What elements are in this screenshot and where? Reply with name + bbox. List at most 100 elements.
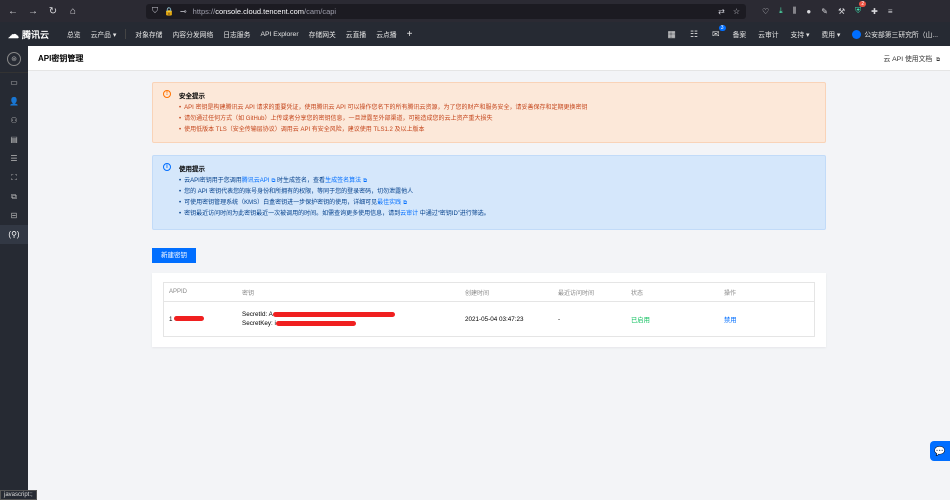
table-row: 1 SecretId: A SecretKey: i 2021-05-04 03… xyxy=(164,302,814,336)
nav-cos[interactable]: 对象存储 xyxy=(130,29,167,39)
lock-icon: 🔒 xyxy=(164,6,174,16)
avatar xyxy=(852,30,862,40)
sidebar-item-identity[interactable]: ⛶ xyxy=(0,168,28,187)
nav-filing[interactable]: 备案 xyxy=(727,29,753,39)
url-host: console.cloud.tencent.com xyxy=(215,6,304,16)
user-icon: 👤 xyxy=(9,97,19,106)
bookmark-star-icon[interactable]: ☆ xyxy=(733,7,740,16)
address-bar[interactable]: ⛉ 🔒 ⊸ https://console.cloud.tencent.com /… xyxy=(146,3,746,19)
secret-id-label: SecretId: A xyxy=(242,311,273,318)
usage-tip: 密钥最近访问时间为此密钥最近一次被调用的时间。如需查询更多使用信息，请到云审计 … xyxy=(179,209,815,220)
usage-tip: 云API密钥用于您调用腾讯云API⧉ 时生成签名，查看生成签名算法⧉ xyxy=(179,176,815,187)
column-header-created: 创建时间 xyxy=(465,290,490,297)
sidebar-item-sso[interactable]: ⧉ xyxy=(0,187,28,206)
wrench-icon[interactable]: ⚒ xyxy=(838,7,845,16)
nav-billing[interactable]: 费用 ▾ xyxy=(815,29,846,39)
nav-live[interactable]: 云直播 xyxy=(341,29,371,39)
cloudaudit-link[interactable]: 云审计 xyxy=(400,211,418,217)
external-link-icon: ⧉ xyxy=(363,178,368,184)
nav-vod[interactable]: 云点播 xyxy=(371,29,401,39)
tencent-cloud-logo[interactable]: ☁ 腾讯云 xyxy=(0,28,62,41)
nav-storage-gateway[interactable]: 存储网关 xyxy=(304,29,341,39)
group-icon: ⚇ xyxy=(10,116,18,125)
forward-icon[interactable]: → xyxy=(26,4,40,18)
add-shortcut-icon[interactable]: + xyxy=(402,29,418,40)
sidebar-item-settings[interactable]: ⊟ xyxy=(0,206,28,225)
redaction-mark xyxy=(275,320,356,326)
nav-api-explorer[interactable]: API Explorer xyxy=(255,31,303,38)
addon-icon[interactable]: ✚ xyxy=(871,7,878,16)
created-time-cell: 2021-05-04 03:47:23 xyxy=(465,315,524,323)
user-menu[interactable]: 公安部第三研究所（山... xyxy=(846,29,944,40)
column-header-action: 操作 xyxy=(724,290,737,297)
sidebar-product-icon[interactable]: ⊛ xyxy=(0,46,28,73)
logo-text: 腾讯云 xyxy=(22,29,50,40)
chat-icon: 💬 xyxy=(934,445,946,456)
key-table-card: APPID 密钥 创建时间 最近访问时间 状态 操作 1 SecretId: A… xyxy=(152,273,826,347)
key-cell: SecretId: A SecretKey: i xyxy=(242,310,465,328)
policy-icon: ▤ xyxy=(10,135,18,144)
download-icon[interactable]: ⤓ xyxy=(779,6,783,16)
sidebar-item-groups[interactable]: ⚇ xyxy=(0,111,28,130)
nav-products[interactable]: 云产品 ▾ xyxy=(86,29,122,39)
cam-logo-icon: ⊛ xyxy=(7,52,21,66)
menu-icon[interactable]: ≡ xyxy=(888,7,893,16)
column-header-last-access: 最近访问时间 xyxy=(558,290,595,297)
dashboard-icon: ▭ xyxy=(10,78,18,87)
translate-icon[interactable]: ⇄ xyxy=(718,7,725,16)
nav-support[interactable]: 支持 ▾ xyxy=(785,29,816,39)
sidebar-item-overview[interactable]: ▭ xyxy=(0,73,28,92)
disable-key-link[interactable]: 禁用 xyxy=(724,315,814,324)
nav-divider xyxy=(125,29,127,39)
message-icon[interactable]: ✉ 3 xyxy=(705,24,727,40)
sidebar-item-roles[interactable]: ☰ xyxy=(0,149,28,168)
api-doc-link-label: 云 API 使用文档 xyxy=(883,55,933,63)
user-name: 公安部第三研究所（山... xyxy=(864,31,938,39)
usage-tip-text: 时生成签名，查看 xyxy=(275,178,326,184)
pocket-icon[interactable]: ♡ xyxy=(762,7,769,16)
nav-cdn[interactable]: 内容分发网络 xyxy=(167,29,218,39)
nav-cls[interactable]: 日志服务 xyxy=(218,29,255,39)
signature-algorithm-link[interactable]: 生成签名算法 xyxy=(325,178,361,184)
usage-tip-text: 可使用密钥管理系统（KMS）白盒密钥进一步保护密钥的使用，详细可见 xyxy=(184,200,378,206)
create-key-button[interactable]: 新建密钥 xyxy=(152,248,196,263)
usage-tip: 您的 API 密钥代表您的账号身份和所拥有的权限，等同于您的登录密码，切勿泄露他… xyxy=(179,187,815,198)
security-tip: API 密钥是构建腾讯云 API 请求的重要凭证，使用腾讯云 API 可以操作您… xyxy=(179,103,815,114)
shield-icon: ⛉ xyxy=(152,6,158,15)
warning-icon: ! xyxy=(163,90,171,98)
chat-support-button[interactable]: 💬 xyxy=(930,441,950,461)
extension-icon[interactable]: ● xyxy=(806,7,811,16)
sidebar-item-policies[interactable]: ▤ xyxy=(0,130,28,149)
library-icon[interactable]: ⫼ xyxy=(793,6,797,16)
browser-toolbar: ← → ↻ ⌂ ⛉ 🔒 ⊸ https://console.cloud.tenc… xyxy=(0,0,950,22)
sidebar-item-api-keys[interactable]: (⚲) xyxy=(0,225,28,244)
grid-apps-icon[interactable]: ▦ xyxy=(660,29,683,40)
tencent-cloud-api-link[interactable]: 腾讯云API xyxy=(242,178,270,184)
key-table: APPID 密钥 创建时间 最近访问时间 状态 操作 1 SecretId: A… xyxy=(163,282,815,337)
usage-tip-text: 密钥最近访问时间为此密钥最近一次被调用的时间。如需查询更多使用信息，请到 xyxy=(184,211,401,217)
extension-shield-icon[interactable]: ⛨ 2 xyxy=(855,1,867,16)
usage-tip: 可使用密钥管理系统（KMS）白盒密钥进一步保护密钥的使用，详细可见最佳实践⧉ xyxy=(179,198,815,209)
identity-icon: ⛶ xyxy=(11,172,17,182)
nav-overview[interactable]: 总览 xyxy=(62,29,86,39)
best-practice-link[interactable]: 最佳实践 xyxy=(377,200,401,206)
api-doc-link[interactable]: 云 API 使用文档 ⧉ xyxy=(883,53,940,64)
column-header-appid: APPID xyxy=(169,289,188,295)
nav-cloudaudit[interactable]: 云审计 xyxy=(752,29,784,39)
reload-icon[interactable]: ↻ xyxy=(46,4,60,18)
home-icon[interactable]: ⌂ xyxy=(66,4,80,18)
tools-icon[interactable]: ✎ xyxy=(821,7,828,16)
appid-cell: 1 xyxy=(164,316,242,323)
security-tip: 使用低版本 TLS（安全传输层协议）调用云 API 有安全风险，建议使用 TLS… xyxy=(179,125,815,136)
cloud-logo-icon: ☁ xyxy=(8,28,19,41)
sso-icon: ⧉ xyxy=(11,191,17,201)
usage-tip-text: 云API密钥用于您调用 xyxy=(184,178,242,184)
sidebar-item-users[interactable]: 👤 xyxy=(0,92,28,111)
status-badge: 已启用 xyxy=(631,316,650,324)
permissions-icon: ⊸ xyxy=(179,6,187,16)
back-icon[interactable]: ← xyxy=(6,4,20,18)
page-header: API密钥管理 云 API 使用文档 ⧉ xyxy=(28,46,950,71)
redaction-mark xyxy=(272,311,395,317)
ticket-icon[interactable]: ☷ xyxy=(683,29,705,40)
url-path: /cam/capi xyxy=(304,6,337,16)
